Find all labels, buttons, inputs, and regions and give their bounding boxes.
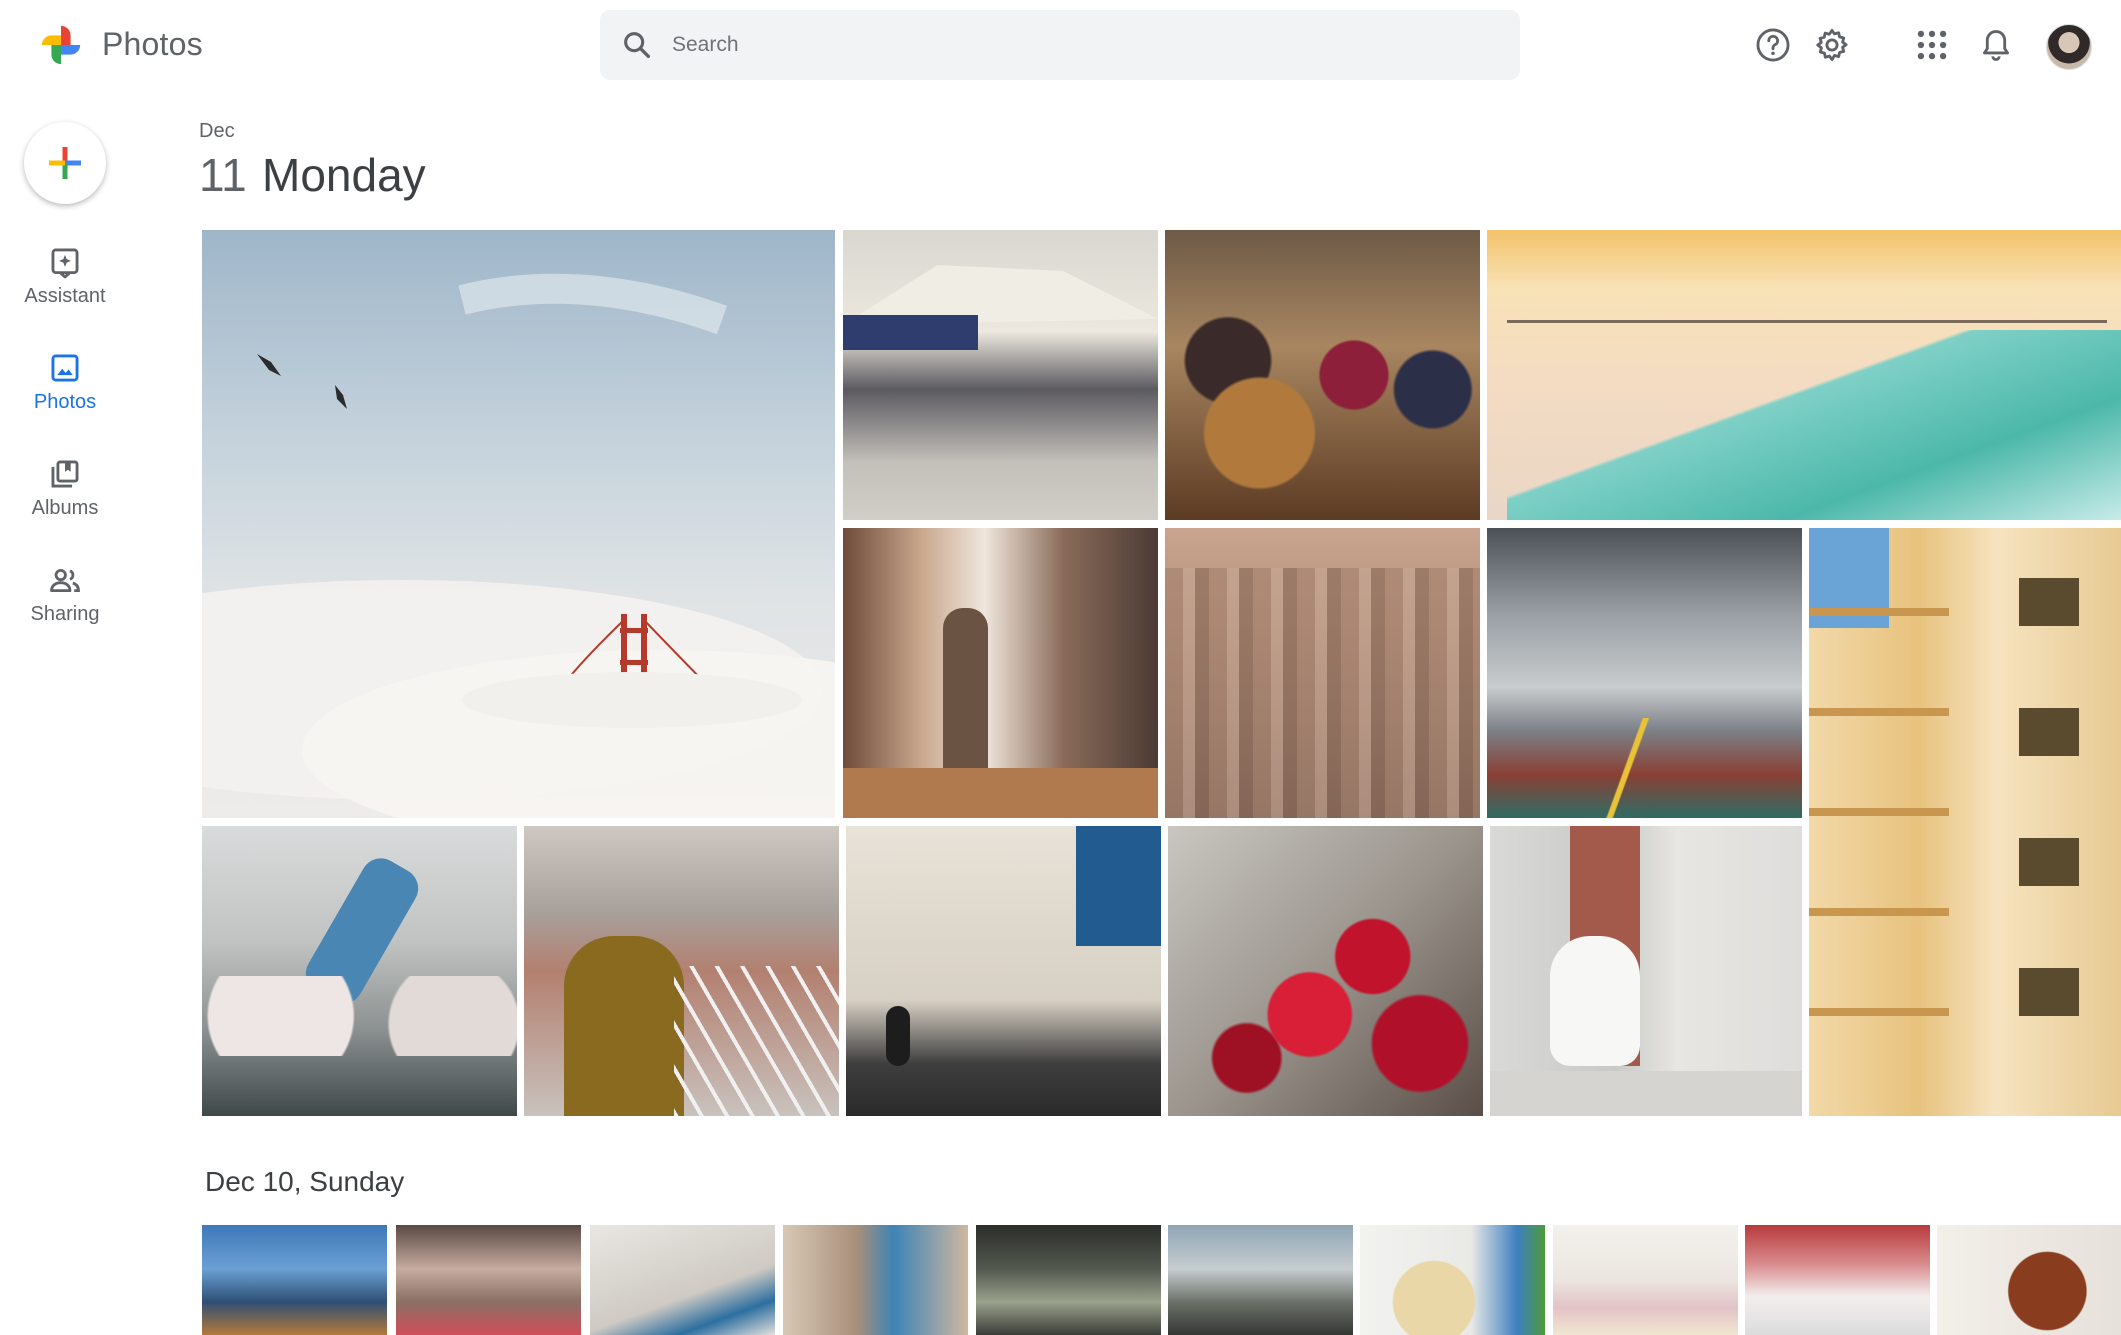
photo-city-skyline[interactable] (1165, 528, 1480, 818)
thumb-hands-skyscrapers[interactable] (202, 1225, 387, 1335)
apartment-windows (2019, 578, 2079, 1058)
photo-golden-gate-fog[interactable] (202, 230, 835, 818)
thumb-market-crowd[interactable] (396, 1225, 581, 1335)
account-avatar[interactable] (2046, 24, 2092, 70)
photo-escalator-building[interactable] (1487, 230, 2121, 520)
sidebar-item-label: Sharing (30, 603, 100, 625)
search-icon[interactable] (620, 28, 654, 62)
thumb-night-street-lamp[interactable] (976, 1225, 1161, 1335)
help-icon[interactable] (1754, 26, 1792, 64)
building-railing (1507, 320, 2107, 323)
sidebar-item-sharing[interactable]: Sharing (0, 563, 130, 626)
skyline-buildings (1165, 568, 1480, 818)
window-sill (1490, 1071, 1802, 1116)
sidebar-item-label: Albums (31, 497, 99, 519)
blossom-trees (202, 976, 517, 1056)
golden-gate-bridge-illustration (202, 273, 835, 818)
google-photos-logo-icon[interactable] (38, 22, 84, 68)
sharing-icon (50, 568, 80, 593)
thumb-smoking-dish[interactable] (1745, 1225, 1930, 1335)
person-yellow-hat (564, 936, 684, 1116)
thumb-street-scooter[interactable] (1168, 1225, 1353, 1335)
app-title[interactable]: Photos (102, 26, 203, 63)
bike-lane-line (1567, 718, 1687, 818)
white-cat (1550, 936, 1640, 1066)
section-day-name: Monday (262, 149, 426, 201)
photo-market-musician[interactable] (843, 230, 1158, 520)
notifications-bell-icon[interactable] (1977, 26, 2015, 64)
plus-icon (49, 147, 81, 179)
section-month: Dec (199, 120, 235, 142)
market-tent (843, 315, 978, 350)
apps-grid-icon[interactable] (1913, 26, 1951, 64)
photo-bookstore-man[interactable] (843, 528, 1158, 818)
photo-dried-fruit-stall[interactable] (1165, 230, 1480, 520)
sidebar-item-photos[interactable]: Photos (0, 351, 130, 414)
settings-icon[interactable] (1813, 26, 1851, 64)
sidebar-item-assistant[interactable]: Assistant (0, 245, 130, 308)
photos-icon (51, 354, 79, 382)
bookstore-floor (843, 768, 1158, 818)
assistant-icon (51, 248, 79, 279)
photo-red-flowers[interactable] (1168, 826, 1483, 1116)
section-date-title: Dec 10, Sunday (205, 1166, 405, 1197)
create-button[interactable] (24, 122, 106, 204)
balcony-railing (674, 966, 839, 1116)
search-bar[interactable] (600, 10, 1520, 80)
apartment-balconies (1809, 608, 1949, 1088)
sidebar-item-label: Photos (33, 391, 97, 413)
thumb-dessert-plate[interactable] (1553, 1225, 1738, 1335)
thumb-noodle-soup[interactable] (1360, 1225, 1545, 1335)
thumb-street-doorway[interactable] (783, 1225, 968, 1335)
photo-breakdancer-jump[interactable] (202, 826, 517, 1116)
photo-bike-lane-bridge[interactable] (1487, 528, 1802, 818)
running-kid-silhouette (886, 1006, 910, 1066)
photo-yellow-apartment-balconies[interactable] (1809, 528, 2121, 1116)
sidebar-item-albums[interactable]: Albums (0, 457, 130, 520)
section-day-number: 11 (199, 149, 247, 201)
escalator-glass (1507, 330, 2121, 520)
photo-white-cat-window[interactable] (1490, 826, 1802, 1116)
albums-icon (51, 460, 79, 488)
thumb-bird-mural[interactable] (590, 1225, 775, 1335)
thumb-grilled-meat[interactable] (1937, 1225, 2121, 1335)
search-input[interactable] (670, 32, 1454, 58)
photo-street-wall-shadow[interactable] (846, 826, 1161, 1116)
street-sky (1076, 826, 1161, 946)
sidebar-item-label: Assistant (24, 285, 106, 307)
bookstore-person (943, 608, 988, 788)
photo-person-overlooking-city[interactable] (524, 826, 839, 1116)
